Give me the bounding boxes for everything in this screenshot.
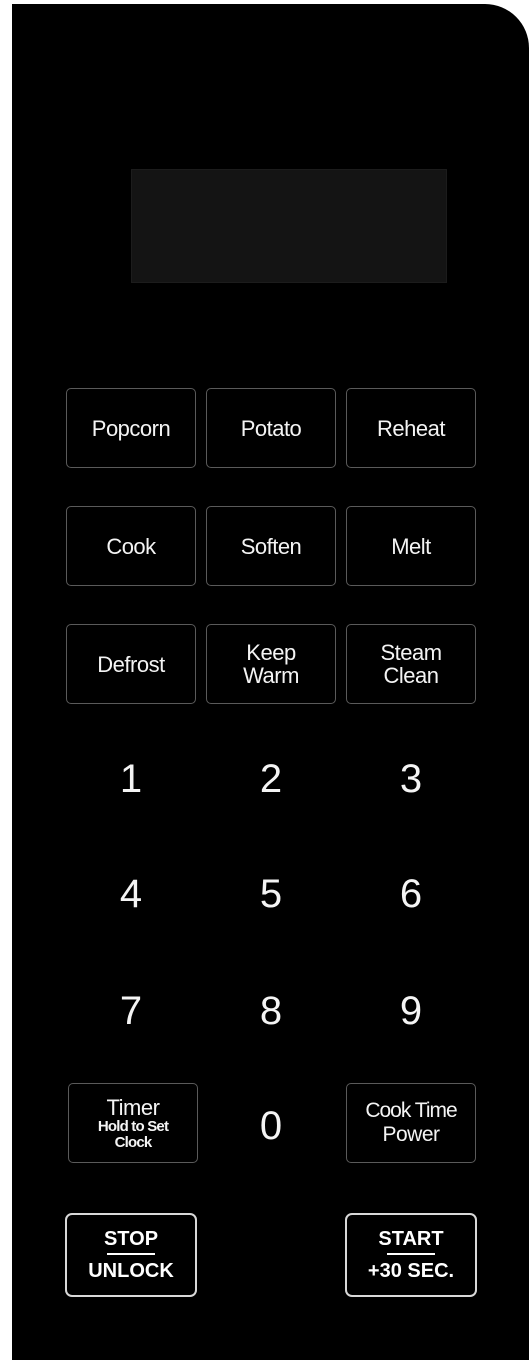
stop-unlock-button[interactable]: STOP UNLOCK (65, 1213, 197, 1297)
digit-2-button[interactable]: 2 (241, 749, 301, 809)
digit-7-button[interactable]: 7 (101, 981, 161, 1041)
timer-clock-label: Clock (114, 1133, 153, 1151)
digit-8-button[interactable]: 8 (241, 981, 301, 1041)
steam-clean-button[interactable]: Steam Clean (346, 624, 476, 704)
keep-warm-label-line2: Warm (243, 663, 299, 688)
melt-button[interactable]: Melt (346, 506, 476, 586)
digit-0-button[interactable]: 0 (241, 1096, 301, 1156)
start-label: START (378, 1228, 444, 1250)
cook-time-power-button[interactable]: Cook Time Power (346, 1083, 476, 1163)
digit-1-button[interactable]: 1 (101, 749, 161, 809)
digit-3-button[interactable]: 3 (381, 749, 441, 809)
soften-label: Soften (240, 533, 302, 559)
potato-button[interactable]: Potato (206, 388, 336, 468)
cook-label: Cook (106, 533, 156, 559)
digit-6-button[interactable]: 6 (381, 864, 441, 924)
stop-divider (107, 1253, 155, 1255)
melt-label: Melt (391, 533, 431, 559)
digit-9-button[interactable]: 9 (381, 981, 441, 1041)
cook-button[interactable]: Cook (66, 506, 196, 586)
lcd-display (131, 169, 447, 283)
potato-label: Potato (240, 415, 302, 441)
defrost-button[interactable]: Defrost (66, 624, 196, 704)
timer-label: Timer (106, 1094, 160, 1120)
reheat-label: Reheat (377, 415, 445, 441)
unlock-label: UNLOCK (88, 1260, 174, 1282)
start-divider (387, 1253, 435, 1255)
defrost-label: Defrost (97, 651, 165, 677)
popcorn-button[interactable]: Popcorn (66, 388, 196, 468)
power-label: Power (382, 1123, 440, 1146)
start-button[interactable]: START +30 SEC. (345, 1213, 477, 1297)
digit-4-button[interactable]: 4 (101, 864, 161, 924)
popcorn-label: Popcorn (91, 415, 171, 441)
timer-button[interactable]: Timer Hold to Set Clock (68, 1083, 198, 1163)
keep-warm-label-line1: Keep (246, 640, 296, 665)
reheat-button[interactable]: Reheat (346, 388, 476, 468)
steam-clean-label-line1: Steam (380, 640, 442, 665)
timer-sub-label: Hold to Set (97, 1117, 169, 1135)
stop-label: STOP (103, 1228, 159, 1250)
cook-time-label: Cook Time (365, 1099, 457, 1122)
add-30-sec-label: +30 SEC. (367, 1260, 455, 1282)
steam-clean-label-line2: Clean (383, 663, 439, 688)
soften-button[interactable]: Soften (206, 506, 336, 586)
digit-5-button[interactable]: 5 (241, 864, 301, 924)
keep-warm-button[interactable]: Keep Warm (206, 624, 336, 704)
